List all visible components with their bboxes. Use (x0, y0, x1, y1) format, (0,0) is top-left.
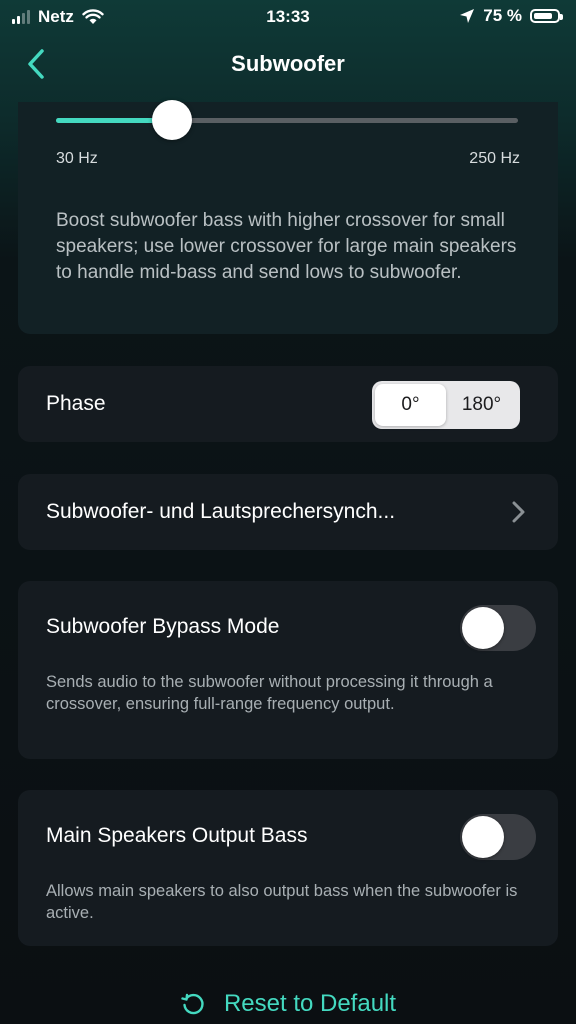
bypass-label: Subwoofer Bypass Mode (46, 615, 280, 638)
slider-thumb[interactable] (151, 100, 192, 140)
phase-label: Phase (46, 392, 106, 415)
battery-icon (530, 9, 563, 23)
phase-segmented-control[interactable]: 0° 180° (372, 381, 520, 429)
page-title: Subwoofer (231, 51, 345, 76)
toggle-knob (462, 816, 504, 858)
phase-card: Phase 0° 180° (18, 366, 558, 442)
crossover-description: Boost subwoofer bass with higher crossov… (56, 210, 517, 283)
bypass-description: Sends audio to the subwoofer without pro… (46, 673, 493, 713)
sync-label: Subwoofer- und Lautsprechersynch... (46, 500, 396, 523)
main-bass-card: Main Speakers Output Bass Allows main sp… (18, 790, 558, 946)
phase-option-0[interactable]: 0° (375, 384, 446, 426)
crossover-card: 30 Hz 250 Hz Boost subwoofer bass with h… (18, 100, 558, 334)
crossover-max-label: 250 Hz (469, 150, 520, 167)
reset-label: Reset to Default (223, 990, 397, 1017)
main-bass-description: Allows main speakers to also output bass… (46, 882, 518, 922)
toggle-knob (462, 607, 504, 649)
nav-header: Subwoofer (0, 40, 576, 88)
reset-icon (181, 993, 204, 1015)
reset-button[interactable]: Reset to Default (0, 986, 576, 1022)
main-bass-label: Main Speakers Output Bass (46, 824, 308, 847)
main-bass-toggle[interactable] (460, 814, 536, 860)
location-arrow-icon (460, 9, 475, 23)
battery-percent: 75 % (483, 6, 522, 25)
phase-option-180[interactable]: 180° (446, 384, 517, 426)
chevron-right-icon (512, 501, 525, 523)
bypass-toggle[interactable] (460, 605, 536, 651)
bypass-card: Subwoofer Bypass Mode Sends audio to the… (18, 581, 558, 759)
status-right: 75 % (459, 6, 563, 26)
crossover-min-label: 30 Hz (56, 150, 98, 167)
sync-row[interactable]: Subwoofer- und Lautsprechersynch... (18, 474, 558, 550)
status-bar: Netz 13:33 75 % (0, 0, 576, 34)
